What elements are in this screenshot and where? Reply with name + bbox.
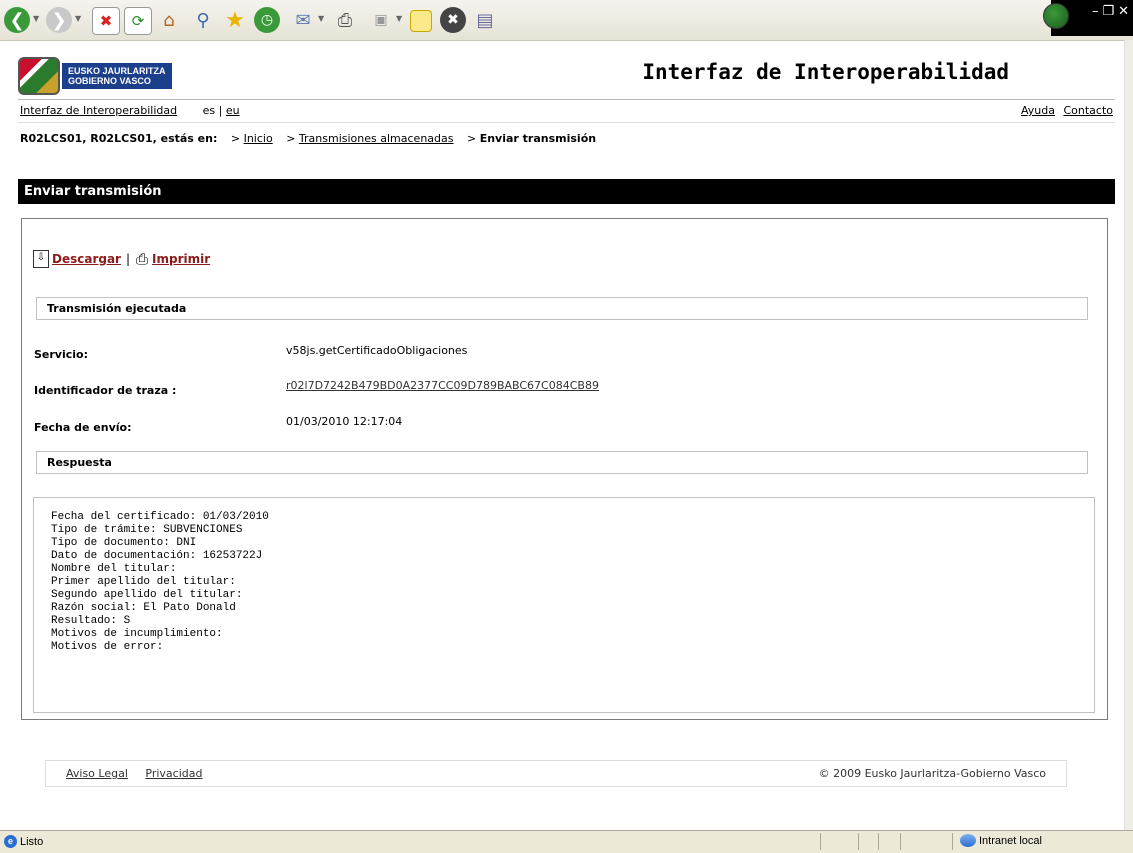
logo-line1: EUSKO JAURLARITZA (68, 66, 166, 76)
history-icon[interactable]: ◷ (254, 7, 280, 33)
contact-link[interactable]: Contacto (1063, 104, 1113, 117)
restore-icon[interactable]: ❐ (1102, 4, 1114, 19)
response-line: Motivos de incumplimiento: (51, 628, 223, 640)
status-text: Listo (20, 835, 44, 848)
response-line: Primer apellido del titular: (51, 576, 236, 588)
edit-icon[interactable]: ▣ (368, 7, 394, 33)
help-link[interactable]: Ayuda (1021, 104, 1055, 117)
date-label: Fecha de envío: (34, 421, 132, 434)
mail-icon[interactable]: ✉ (290, 7, 316, 33)
shield-icon (18, 57, 60, 95)
status-segment (820, 833, 821, 850)
forward-dropdown-icon[interactable]: ▼ (75, 14, 81, 23)
messenger-icon[interactable]: ✖ (440, 7, 466, 33)
gobierno-vasco-logo: EUSKO JAURLARITZA GOBIERNO VASCO (18, 56, 188, 96)
home-icon[interactable]: ⌂ (156, 7, 182, 33)
lang-es: es (202, 104, 216, 117)
breadcrumb-inicio[interactable]: Inicio (244, 132, 273, 145)
home-link[interactable]: Interfaz de Interoperabilidad (20, 104, 177, 117)
response-line: Tipo de documento: DNI (51, 537, 197, 549)
notes-icon[interactable] (410, 10, 432, 32)
lang-eu-link[interactable]: eu (226, 104, 240, 117)
mail-dropdown-icon[interactable]: ▼ (318, 14, 324, 23)
actions-separator: | (125, 252, 131, 266)
close-icon[interactable]: ✕ (1118, 4, 1129, 19)
response-line: Fecha del certificado: 01/03/2010 (51, 511, 269, 523)
section-transmission-executed: Transmisión ejecutada (36, 297, 1088, 320)
service-value: v58js.getCertificadoObligaciones (286, 344, 468, 357)
response-line: Nombre del titular: (51, 563, 177, 575)
status-segment (878, 833, 879, 850)
actions: ⇩ Descargar | ⎙ Imprimir (33, 250, 210, 268)
browser-toolbar: ❮ ▼ ❯ ▼ ✖ ⟳ ⌂ ⚲ ★ ◷ ✉ ▼ ⎙ ▣ ▼ ✖ ▤ – ❐ ✕ (0, 0, 1133, 41)
response-line: Motivos de error: (51, 641, 164, 653)
intranet-globe-icon (960, 834, 976, 847)
breadcrumb: R02LCS01, R02LCS01, estás en: > Inicio >… (20, 132, 596, 145)
security-zone: Intranet local (960, 834, 1042, 847)
breadcrumb-user: R02LCS01, R02LCS01, estás en: (20, 132, 218, 145)
back-icon[interactable]: ❮ (4, 7, 30, 33)
status-segment (952, 833, 953, 850)
forward-icon[interactable]: ❯ (46, 7, 72, 33)
ie-page-icon: e (4, 835, 17, 848)
breadcrumb-current: Enviar transmisión (479, 132, 597, 145)
response-line: Resultado: S (51, 615, 131, 627)
response-line: Dato de documentación: 16253722J (51, 550, 263, 562)
response-line: Razón social: El Pato Donald (51, 602, 236, 614)
trace-link[interactable]: r02l7D7242B479BD0A2377CC09D789BABC67C084… (286, 379, 599, 392)
logo-line2: GOBIERNO VASCO (68, 76, 151, 86)
site-title: Interfaz de Interoperabilidad (642, 60, 1009, 84)
status-bar: e Listo Intranet local (0, 830, 1133, 853)
section-response: Respuesta (36, 451, 1088, 474)
breadcrumb-sep: > (230, 132, 241, 145)
status-segment (858, 833, 859, 850)
vertical-scrollbar[interactable] (1124, 40, 1133, 830)
section-title-bar: Enviar transmisión (18, 179, 1115, 204)
edit-dropdown-icon[interactable]: ▼ (396, 14, 402, 23)
breadcrumb-sep: > (466, 132, 477, 145)
printer-icon[interactable]: ⎙ (136, 250, 148, 268)
download-icon[interactable]: ⇩ (33, 250, 49, 268)
footer: Aviso Legal Privacidad © 2009 Eusko Jaur… (45, 760, 1067, 787)
trace-label: Identificador de traza : (34, 384, 177, 397)
privacy-link[interactable]: Privacidad (145, 767, 202, 780)
legal-link[interactable]: Aviso Legal (66, 767, 128, 780)
print-link[interactable]: Imprimir (152, 252, 210, 266)
copyright: © 2009 Eusko Jaurlaritza-Gobierno Vasco (818, 767, 1046, 780)
divider (18, 99, 1115, 100)
breadcrumb-transmisiones[interactable]: Transmisiones almacenadas (299, 132, 454, 145)
date-value: 01/03/2010 12:17:04 (286, 415, 403, 428)
status: e Listo (4, 835, 43, 848)
response-line: Segundo apellido del titular: (51, 589, 243, 601)
divider (18, 122, 1115, 123)
back-dropdown-icon[interactable]: ▼ (33, 14, 39, 23)
refresh-icon[interactable]: ⟳ (124, 7, 152, 35)
search-icon[interactable]: ⚲ (190, 7, 216, 33)
print-icon[interactable]: ⎙ (332, 7, 358, 33)
research-icon[interactable]: ▤ (472, 7, 498, 33)
response-box: Fecha del certificado: 01/03/2010 Tipo d… (33, 497, 1095, 713)
favorites-icon[interactable]: ★ (222, 7, 248, 33)
service-label: Servicio: (34, 348, 88, 361)
minimize-icon[interactable]: – (1092, 4, 1099, 19)
status-segment (900, 833, 901, 850)
lang-separator: | (218, 104, 223, 117)
windows-flag-icon (1043, 3, 1069, 29)
response-line: Tipo de trámite: SUBVENCIONES (51, 524, 243, 536)
breadcrumb-sep: > (286, 132, 296, 145)
download-link[interactable]: Descargar (52, 252, 121, 266)
logo-text: EUSKO JAURLARITZA GOBIERNO VASCO (62, 63, 172, 89)
stop-icon[interactable]: ✖ (92, 7, 120, 35)
top-nav: Interfaz de Interoperabilidad es | eu Ay… (20, 104, 1115, 117)
zone-text: Intranet local (979, 834, 1042, 847)
